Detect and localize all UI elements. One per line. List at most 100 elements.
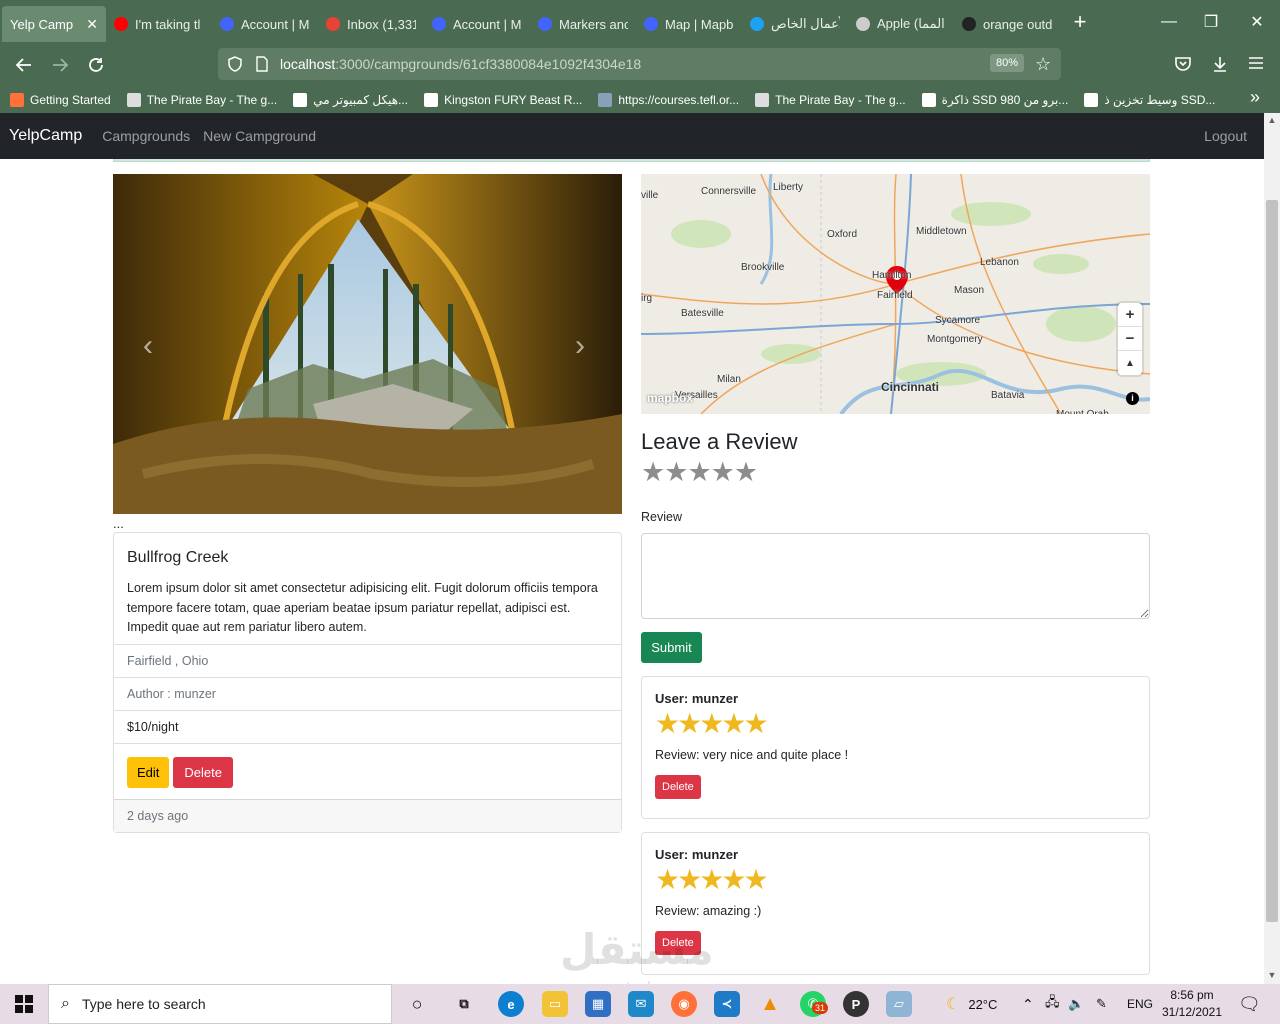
browser-tab[interactable]: Inbox (1,331 — [318, 6, 424, 42]
browser-tab[interactable]: I'm taking tl — [106, 6, 212, 42]
browser-tab[interactable]: Account | M — [212, 6, 318, 42]
notepad-icon[interactable]: ▱ — [886, 991, 912, 1017]
address-bar[interactable]: localhost:3000/campgrounds/61cf3380084e1… — [218, 48, 1061, 80]
empty-star-icon[interactable]: ★ — [734, 459, 758, 486]
notifications-icon[interactable]: 🗨 — [1238, 984, 1261, 1024]
minimize-icon[interactable]: — — [1146, 0, 1192, 44]
zoom-in-icon[interactable]: + — [1118, 303, 1142, 327]
close-window-icon[interactable]: ✕ — [1234, 0, 1280, 44]
weather-widget[interactable]: ☾ 22°C — [946, 984, 997, 1024]
submit-review-button[interactable]: Submit — [641, 632, 702, 663]
empty-star-icon[interactable]: ★ — [664, 459, 688, 486]
browser-tab[interactable]: Map | Mapb — [636, 6, 742, 42]
map-place-label: Cincinnati — [881, 380, 940, 394]
vscode-icon[interactable]: ≺ — [714, 991, 740, 1017]
empty-star-icon[interactable]: ★ — [711, 459, 735, 486]
empty-star-icon[interactable]: ★ — [641, 459, 665, 486]
bookmark-star-icon[interactable]: ☆ — [1035, 54, 1051, 75]
zoom-out-icon[interactable]: − — [1118, 327, 1142, 351]
browser-tab[interactable]: Markers anc — [530, 6, 636, 42]
bookmark-item[interactable]: هيكل كمبيوتر مي... — [293, 92, 408, 107]
cortana-icon[interactable]: ○ — [404, 991, 430, 1017]
task-view-icon[interactable]: ⧉ — [451, 991, 477, 1017]
language-indicator[interactable]: ENG — [1127, 984, 1153, 1024]
app-p-icon[interactable]: P — [843, 991, 869, 1017]
browser-tab[interactable]: Apple (المما — [848, 6, 954, 42]
pocket-icon[interactable] — [1174, 56, 1192, 77]
scroll-up-icon[interactable]: ▲ — [1264, 115, 1280, 129]
compass-icon[interactable]: ▲ — [1118, 351, 1142, 375]
page-info-icon[interactable] — [256, 56, 268, 77]
volume-icon[interactable]: 🔈 — [1068, 984, 1084, 1024]
pen-icon[interactable]: ✎ — [1096, 984, 1107, 1024]
menu-icon[interactable] — [1248, 56, 1264, 75]
amazon-icon — [293, 92, 308, 107]
windows-start-icon[interactable] — [0, 984, 48, 1024]
bookmark-item[interactable]: https://courses.tefl.or... — [598, 92, 739, 107]
bookmark-item[interactable]: وسيط تخزين ذ SSD... — [1084, 92, 1216, 107]
browser-toolbar: localhost:3000/campgrounds/61cf3380084e1… — [0, 44, 1280, 86]
campground-author: Author : munzer — [114, 677, 621, 710]
bookmark-item[interactable]: Kingston FURY Beast R... — [424, 92, 582, 107]
scrollbar-thumb[interactable] — [1266, 200, 1278, 922]
nav-link-logout[interactable]: Logout — [1204, 128, 1247, 144]
bookmark-item[interactable]: Getting Started — [10, 92, 111, 107]
delete-campground-button[interactable]: Delete — [173, 756, 233, 788]
review-textarea[interactable] — [641, 533, 1150, 619]
new-tab-icon[interactable]: + — [1060, 9, 1100, 35]
nav-link-campgrounds[interactable]: Campgrounds — [102, 128, 190, 144]
pirate-icon — [126, 92, 141, 107]
nav-link-new-campground[interactable]: New Campground — [203, 128, 316, 144]
browser-tab[interactable]: Account | M — [424, 6, 530, 42]
carousel-next-icon[interactable]: › — [575, 329, 585, 363]
scroll-down-icon[interactable]: ▼ — [1264, 970, 1280, 984]
restore-icon[interactable]: ❐ — [1188, 0, 1234, 44]
bookmark-item[interactable]: ذاكرة SSD 980 برو من... — [921, 92, 1068, 107]
bookmark-item[interactable]: The Pirate Bay - The g... — [755, 92, 906, 107]
zoom-badge[interactable]: 80% — [990, 54, 1025, 72]
campground-map[interactable]: Connersville Liberty Oxford Middletown Brook… — [641, 174, 1150, 414]
youtube-icon — [114, 17, 128, 31]
review-text: Review: very nice and quite place ! — [655, 748, 849, 762]
firefox-icon[interactable]: ◉ — [671, 991, 697, 1017]
file-explorer-icon[interactable]: ▭ — [542, 991, 568, 1017]
reload-icon[interactable] — [78, 47, 114, 83]
map-place-label: ville — [641, 190, 659, 201]
browser-tab-bar: Yelp Camp ✕ I'm taking tl Account | M Inbox … — [0, 0, 1280, 44]
mail-icon[interactable]: ✉ — [628, 991, 654, 1017]
mapbox-logo[interactable]: mapbox — [647, 391, 693, 405]
close-tab-icon[interactable]: ✕ — [86, 16, 98, 33]
carousel-prev-icon[interactable]: ‹ — [143, 329, 153, 363]
browser-tab[interactable]: orange outd — [954, 6, 1060, 42]
network-icon[interactable]: 🖧 — [1045, 984, 1060, 1024]
store-icon[interactable]: ▦ — [585, 991, 611, 1017]
mapbox-icon — [538, 17, 552, 31]
tab-label: Apple (المما — [877, 16, 945, 31]
image-ellipsis: ... — [113, 516, 124, 531]
empty-star-icon[interactable]: ★ — [687, 459, 711, 486]
rating-stars-input[interactable]: ★ ★ ★ ★ ★ — [641, 459, 758, 486]
search-icon: ⌕ — [61, 995, 70, 1012]
map-attribution-icon[interactable]: i — [1126, 392, 1139, 405]
delete-review-button[interactable]: Delete — [655, 775, 701, 799]
bookmarks-overflow-icon[interactable]: » — [1250, 87, 1260, 108]
back-icon[interactable] — [6, 47, 42, 83]
bookmark-label: وسيط تخزين ذ SSD... — [1104, 92, 1216, 107]
bookmark-item[interactable]: The Pirate Bay - The g... — [126, 92, 277, 107]
map-place-label: Lebanon — [980, 257, 1019, 268]
shield-icon[interactable] — [228, 56, 242, 77]
vlc-icon[interactable]: ▲ — [757, 991, 783, 1017]
downloads-icon[interactable] — [1211, 55, 1229, 78]
browser-tab[interactable]: الأعمال الخاص — [742, 6, 848, 42]
tray-chevron-icon[interactable]: ⌃ — [1022, 984, 1034, 1024]
map-place-label: irg — [641, 293, 653, 304]
tab-label: الأعمال الخاص — [771, 16, 840, 31]
forward-icon[interactable] — [42, 47, 78, 83]
edit-button[interactable]: Edit — [127, 756, 170, 788]
taskbar-clock[interactable]: 8:56 pm 31/12/2021 — [1160, 987, 1224, 1021]
edge-icon[interactable]: e — [498, 991, 524, 1017]
navbar-brand[interactable]: YelpCamp — [9, 127, 82, 145]
apple-icon — [856, 17, 870, 31]
browser-tab[interactable]: Yelp Camp ✕ — [2, 6, 106, 42]
taskbar-search-box[interactable]: ⌕ Type here to search — [48, 984, 392, 1024]
